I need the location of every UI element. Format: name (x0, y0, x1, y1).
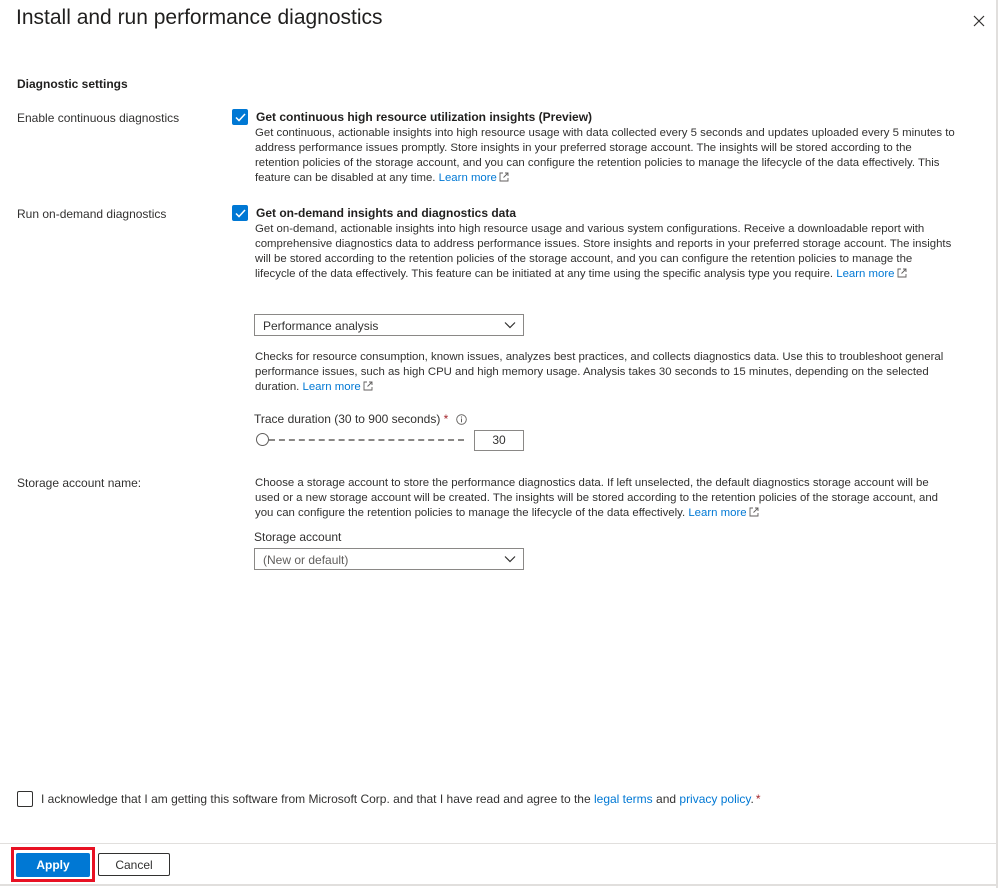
storage-account-dropdown[interactable]: (New or default) (254, 548, 524, 570)
storage-account-placeholder: (New or default) (263, 553, 349, 567)
on-demand-diagnostics-label: Run on-demand diagnostics (17, 207, 167, 221)
external-link-icon (897, 268, 906, 278)
trace-duration-label: Trace duration (30 to 900 seconds) * (254, 412, 468, 426)
chevron-down-icon (504, 322, 516, 329)
panel-title: Install and run performance diagnostics (16, 6, 383, 29)
on-demand-learn-more-link[interactable]: Learn more (836, 268, 906, 280)
acknowledge-text: I acknowledge that I am getting this sof… (41, 792, 761, 806)
info-icon[interactable] (456, 414, 468, 425)
external-link-icon (499, 172, 509, 182)
checkmark-icon (234, 112, 246, 122)
external-link-icon (749, 507, 759, 517)
storage-account-field-label: Storage account (254, 530, 342, 544)
acknowledge-checkbox[interactable] (17, 791, 33, 807)
continuous-diagnostics-label: Enable continuous diagnostics (17, 111, 180, 125)
external-link-icon (363, 381, 373, 391)
close-icon (973, 15, 985, 27)
close-button[interactable] (968, 10, 990, 32)
trace-duration-input[interactable]: 30 (474, 430, 524, 451)
storage-description: Choose a storage account to store the pe… (255, 477, 938, 519)
storage-learn-more-link[interactable]: Learn more (688, 507, 759, 519)
on-demand-description: Get on-demand, actionable insights into … (255, 223, 952, 280)
continuous-diagnostics-checkbox[interactable] (232, 109, 248, 125)
on-demand-option-title: Get on-demand insights and diagnostics d… (256, 206, 517, 220)
trace-duration-slider-thumb[interactable] (256, 433, 269, 446)
chevron-down-icon (504, 556, 516, 563)
legal-terms-link[interactable]: legal terms (594, 792, 653, 806)
analysis-description: Checks for resource consumption, known i… (255, 351, 944, 393)
section-heading: Diagnostic settings (17, 77, 128, 91)
footer-divider (0, 843, 998, 844)
analysis-type-dropdown[interactable]: Performance analysis (254, 314, 524, 336)
continuous-learn-more-link[interactable]: Learn more (439, 172, 509, 184)
continuous-description: Get continuous, actionable insights into… (255, 127, 955, 184)
continuous-option-title: Get continuous high resource utilization… (256, 110, 593, 124)
apply-button[interactable]: Apply (16, 853, 90, 877)
trace-duration-slider-track[interactable] (269, 439, 464, 441)
on-demand-diagnostics-checkbox[interactable] (232, 205, 248, 221)
cancel-button[interactable]: Cancel (98, 853, 170, 876)
bottom-border (0, 884, 998, 886)
analysis-learn-more-link[interactable]: Learn more (303, 381, 373, 393)
privacy-policy-link[interactable]: privacy policy (679, 792, 750, 806)
analysis-type-value: Performance analysis (263, 319, 379, 333)
storage-account-label: Storage account name: (17, 476, 142, 490)
checkmark-icon (234, 208, 246, 218)
